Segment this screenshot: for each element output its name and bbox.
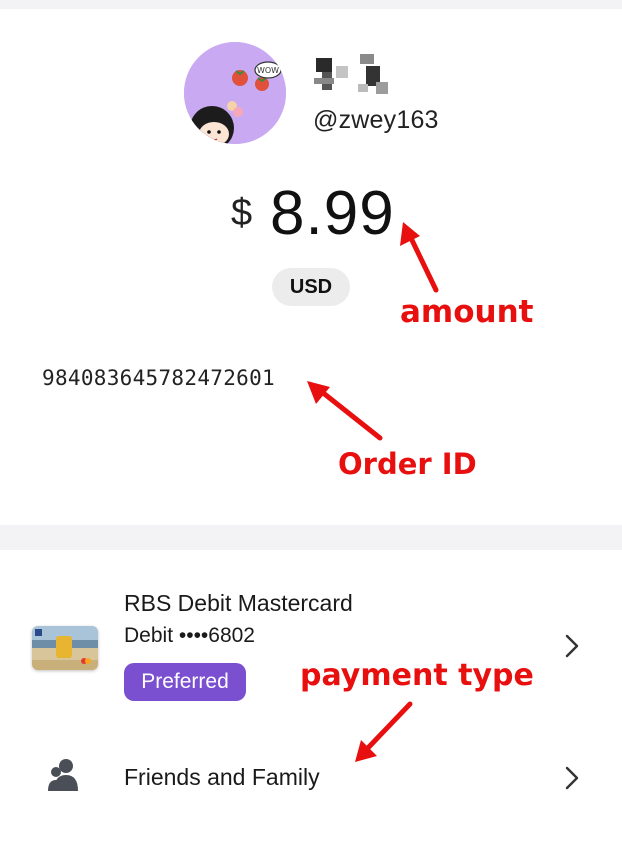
avatar-bubble-text: WOW: [257, 66, 279, 75]
display-name-redacted: [314, 52, 398, 98]
currency-selector[interactable]: USD: [272, 268, 350, 306]
amount-value: 8.99: [270, 179, 395, 248]
user-handle: @zwey163: [313, 106, 439, 134]
top-divider: [0, 0, 622, 9]
chevron-right-icon[interactable]: [562, 764, 582, 792]
avatar-illustration: WOW: [184, 42, 286, 144]
amount-display: $ 8.99: [0, 178, 622, 248]
payment-summary-page: WOW @zwey163 $ 8.99 USD 9840836457824726…: [0, 0, 622, 841]
annotation-amount: amount: [400, 294, 534, 330]
payment-method-row[interactable]: RBS Debit Mastercard Debit ••••6802 Pref…: [0, 580, 622, 710]
preferred-badge: Preferred: [124, 663, 246, 701]
annotation-order-id: Order ID: [338, 447, 477, 481]
card-thumbnail-icon: [32, 626, 98, 670]
transfer-type-label: Friends and Family: [124, 764, 320, 790]
transfer-type-row[interactable]: Friends and Family: [0, 742, 622, 812]
section-divider: [0, 525, 622, 550]
person-group-icon: [46, 757, 82, 793]
chevron-right-icon[interactable]: [562, 632, 582, 660]
order-id: 984083645782472601: [42, 366, 275, 390]
card-detail: Debit ••••6802: [124, 624, 255, 647]
annotation-arrows: [307, 222, 439, 762]
avatar: WOW: [184, 42, 286, 144]
currency-symbol: $: [231, 192, 253, 234]
card-name: RBS Debit Mastercard: [124, 590, 353, 616]
